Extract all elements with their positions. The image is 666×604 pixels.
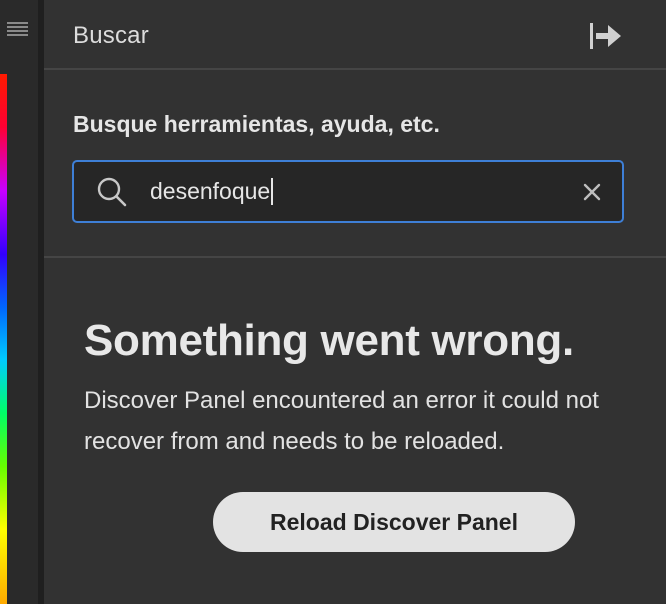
menu-icon[interactable] <box>7 22 28 38</box>
close-icon[interactable] <box>582 182 602 202</box>
text-caret <box>271 178 274 205</box>
search-field-value[interactable]: desenfoque <box>150 178 274 205</box>
search-icon <box>96 176 128 208</box>
section-divider <box>44 256 666 258</box>
search-input[interactable]: desenfoque <box>72 160 624 223</box>
panel-header: Buscar <box>44 0 666 70</box>
app-root: Buscar Busque herramientas, ayuda, etc. … <box>0 0 666 604</box>
panel-title: Buscar <box>73 22 149 49</box>
search-heading: Busque herramientas, ayuda, etc. <box>73 111 440 137</box>
reload-discover-panel-button[interactable]: Reload Discover Panel <box>213 492 575 552</box>
collapse-panel-icon[interactable] <box>588 22 624 50</box>
error-message: Discover Panel encountered an error it c… <box>84 387 599 455</box>
color-spectrum-bar[interactable] <box>0 74 7 604</box>
error-title: Something went wrong. <box>84 316 574 365</box>
left-toolbar-strip <box>0 0 38 604</box>
discover-panel: Buscar Busque herramientas, ayuda, etc. … <box>44 0 666 604</box>
